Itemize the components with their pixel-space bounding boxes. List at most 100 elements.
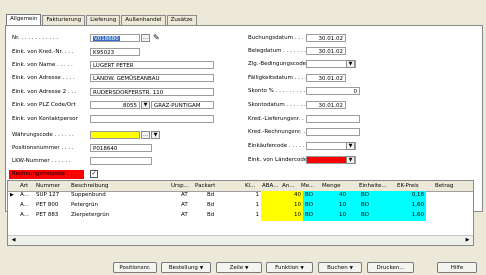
- cell-kl[interactable]: 1: [249, 201, 260, 210]
- col-header-me[interactable]: Me...: [301, 181, 319, 191]
- rechnungsfreigabe-checkbox[interactable]: ✓: [90, 170, 98, 178]
- kred-rechnungsnr-field[interactable]: [306, 128, 360, 136]
- buchungsdatum-field[interactable]: 30.01.02: [306, 34, 346, 42]
- col-header-betrag[interactable]: Betrag: [435, 181, 461, 191]
- cell-menge[interactable]: 10: [326, 201, 346, 210]
- buchen-button[interactable]: Buchen ▼: [318, 262, 362, 273]
- col-header-packart[interactable]: Packart: [195, 181, 225, 191]
- skonto-prozent-field[interactable]: 0: [306, 87, 360, 95]
- tab-allgemein[interactable]: Allgemein: [6, 14, 42, 25]
- adresse-2-field[interactable]: RUDERSDORFERSTR. 110: [90, 88, 214, 96]
- cell-packart[interactable]: Bd: [207, 191, 219, 200]
- waehrungscode-lookup-button[interactable]: …: [141, 131, 150, 139]
- zeile-button-label: Zeile: [229, 265, 244, 271]
- adresse-field[interactable]: LANDW. GEMÜSEANBAU: [90, 74, 214, 82]
- plz-dropdown-button[interactable]: ▼: [141, 101, 150, 109]
- col-header-nummer[interactable]: Nummer: [36, 181, 66, 191]
- cell-an[interactable]: 10: [281, 201, 301, 210]
- cell-beschreibung[interactable]: Suppenbund: [71, 191, 161, 200]
- drucken-button[interactable]: Drucken...: [367, 262, 414, 273]
- hilfe-button[interactable]: Hilfe: [437, 262, 477, 273]
- faelligkeitsdatum-field[interactable]: 30.01.02: [306, 74, 346, 82]
- col-header-art[interactable]: Art: [20, 181, 34, 191]
- nr-lookup-button[interactable]: …: [141, 34, 150, 42]
- waehrungscode-field[interactable]: [90, 131, 140, 139]
- tab-aussenhandel[interactable]: Außenhandel: [121, 15, 166, 25]
- cell-ursprung[interactable]: AT: [181, 191, 193, 200]
- skontodatum-field[interactable]: 30.01.02: [306, 101, 346, 109]
- bestellung-button-label: Bestellung: [168, 265, 198, 271]
- label-faelligkeitsdatum: Fälligkeitsdatum . . . . .: [248, 75, 310, 81]
- cell-art[interactable]: A...: [20, 191, 34, 200]
- col-header-beschreibung[interactable]: Beschreibung: [71, 181, 151, 191]
- chevron-down-icon: ▼: [349, 266, 353, 271]
- cell-ek-preis[interactable]: 0,18: [400, 191, 424, 200]
- cell-an[interactable]: 40: [281, 191, 301, 200]
- cell-packart[interactable]: Bd: [207, 201, 219, 210]
- cell-me[interactable]: BD: [305, 191, 319, 200]
- tab-fakturierung[interactable]: Fakturierung: [42, 15, 86, 25]
- cell-kl[interactable]: 1: [249, 211, 260, 220]
- cell-nummer[interactable]: PET 800: [36, 201, 68, 210]
- positionsnummer-field[interactable]: P018640: [90, 144, 152, 152]
- kred-lieferungsnr-field[interactable]: [306, 115, 360, 123]
- cell-packart[interactable]: Bd: [207, 211, 219, 220]
- col-header-aba[interactable]: ABA...: [262, 181, 280, 191]
- col-header-einheiten[interactable]: Einheite...: [359, 181, 389, 191]
- cell-einheiten[interactable]: BD: [361, 201, 375, 210]
- horizontal-scrollbar[interactable]: [8, 235, 473, 245]
- zeile-button[interactable]: Zeile ▼: [216, 262, 262, 273]
- cell-me[interactable]: BD: [305, 201, 319, 210]
- col-header-kl[interactable]: Kl...: [245, 181, 259, 191]
- cell-menge[interactable]: 40: [326, 191, 346, 200]
- laendercode-dropdown-button[interactable]: ▼: [346, 156, 355, 164]
- cell-beschreibung[interactable]: Zierpetergrün: [71, 211, 161, 220]
- cell-ek-preis[interactable]: 1,60: [400, 211, 424, 220]
- kontaktperson-field[interactable]: [90, 115, 214, 123]
- lkw-nummer-field[interactable]: [90, 157, 152, 165]
- zlg-bedingungscode-dropdown-button[interactable]: ▼: [346, 60, 355, 68]
- label-kred-rechnungsnr: Kred.-Rechnungsnr. . . .: [248, 129, 310, 135]
- col-header-menge[interactable]: Menge: [322, 181, 348, 191]
- cell-nummer[interactable]: PET 883: [36, 211, 68, 220]
- col-header-ek-preis[interactable]: EK-Preis: [397, 181, 425, 191]
- chevron-down-icon: ▼: [199, 266, 204, 271]
- positionsnr-button[interactable]: Positionsnr.: [113, 262, 157, 273]
- cell-ursprung[interactable]: AT: [181, 201, 193, 210]
- cell-ek-preis[interactable]: 1,60: [400, 201, 424, 210]
- tab-lieferung[interactable]: Lieferung: [86, 15, 121, 25]
- cell-beschreibung[interactable]: Petergrün: [71, 201, 161, 210]
- belegdatum-field[interactable]: 30.01.02: [306, 47, 346, 55]
- funktion-button[interactable]: Funktion ▼: [266, 262, 313, 273]
- bestellung-button[interactable]: Bestellung ▼: [161, 262, 211, 273]
- cell-art[interactable]: A...: [20, 201, 34, 210]
- nr-field[interactable]: V018680: [90, 34, 140, 42]
- cell-kl[interactable]: 1: [249, 191, 260, 200]
- waehrungscode-dropdown-button[interactable]: ▼: [151, 131, 160, 139]
- col-header-an[interactable]: An...: [282, 181, 300, 191]
- name-field[interactable]: LUGERT PETER: [90, 61, 214, 69]
- cell-art[interactable]: A...: [20, 211, 34, 220]
- kred-nr-field[interactable]: K95023: [90, 48, 140, 56]
- label-skonto-prozent: Skonto % . . . . . . . . .: [248, 88, 306, 94]
- cell-nummer[interactable]: SUP 127: [36, 191, 68, 200]
- label-laendercode: Eink. von Ländercode . .: [248, 157, 310, 163]
- label-adresse: Eink. von Adresse . . . .: [12, 75, 75, 81]
- buchen-button-label: Buchen: [327, 265, 348, 271]
- cell-an[interactable]: 10: [281, 211, 301, 220]
- cell-me[interactable]: BD: [305, 211, 319, 220]
- einkaeufercode-dropdown-button[interactable]: ▼: [346, 142, 355, 150]
- cell-ursprung[interactable]: AT: [181, 211, 193, 220]
- ort-field[interactable]: GRAZ-PUNTIGAM: [151, 101, 214, 109]
- label-adresse-2: Eink. von Adresse 2 . . .: [12, 89, 77, 95]
- cell-menge[interactable]: 10: [326, 211, 346, 220]
- plz-field[interactable]: 8055: [90, 101, 140, 109]
- pencil-icon[interactable]: ✎: [153, 33, 160, 42]
- cell-einheiten[interactable]: BD: [361, 191, 375, 200]
- col-header-ursprung[interactable]: Ursp...: [171, 181, 193, 191]
- scroll-left-icon[interactable]: ◀: [9, 236, 18, 244]
- cell-einheiten[interactable]: BD: [361, 211, 375, 220]
- scroll-right-icon[interactable]: ▶: [463, 236, 472, 244]
- label-kred-nr: Eink. von Kred.-Nr. . . .: [12, 49, 74, 55]
- tab-zusaetze[interactable]: Zusätze: [166, 15, 197, 25]
